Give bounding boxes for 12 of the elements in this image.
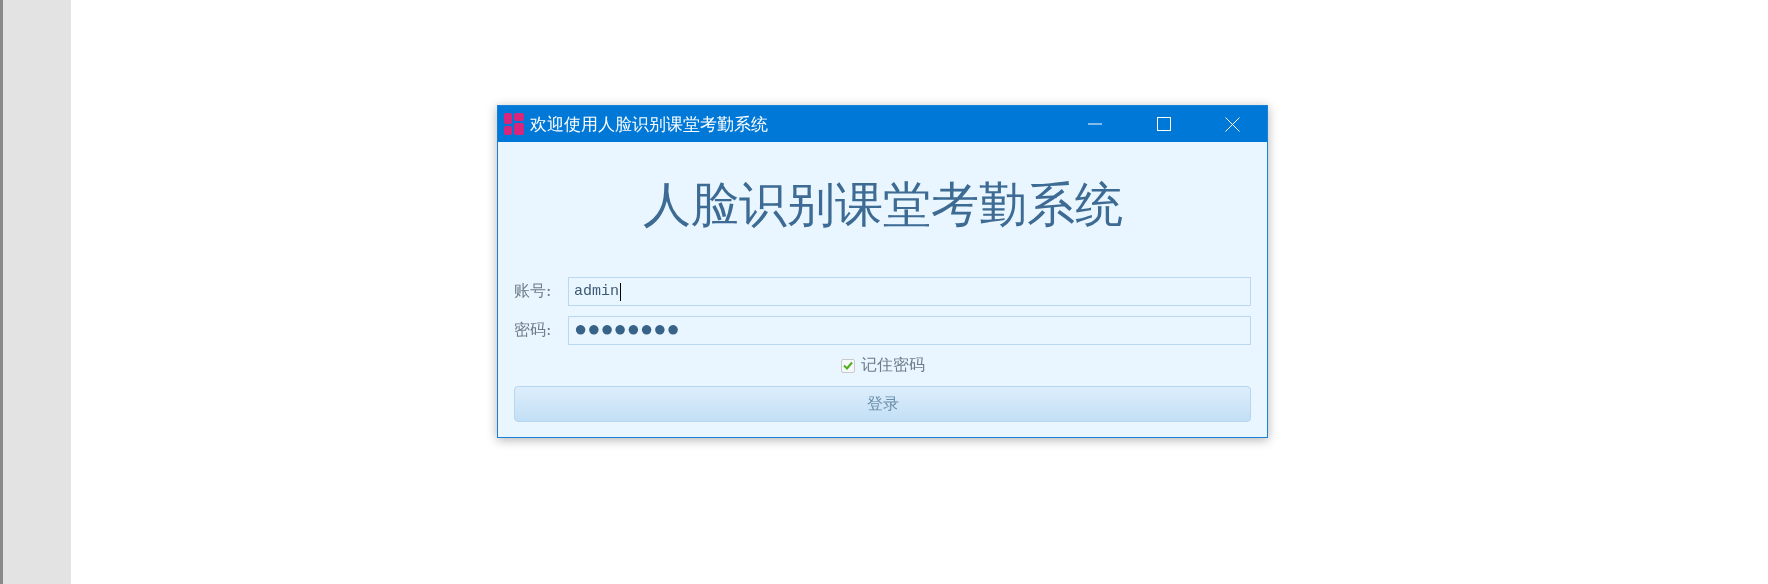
app-heading: 人脸识别课堂考勤系统 — [641, 176, 1124, 232]
password-field[interactable]: ●●●●●●●● — [568, 316, 1251, 345]
window-title: 欢迎使用人脸识别课堂考勤系统 — [530, 112, 769, 136]
account-field[interactable]: admin — [568, 277, 1251, 306]
minimize-icon — [1087, 123, 1102, 125]
field-label: 账号: — [514, 281, 553, 302]
field-label: 密码: — [514, 320, 553, 341]
app-logo-icon — [504, 113, 524, 135]
remember-checkbox[interactable] — [840, 358, 855, 373]
close-icon — [1225, 116, 1240, 132]
maximize-icon — [1156, 117, 1171, 131]
remember-label: 记住密码 — [860, 355, 925, 376]
